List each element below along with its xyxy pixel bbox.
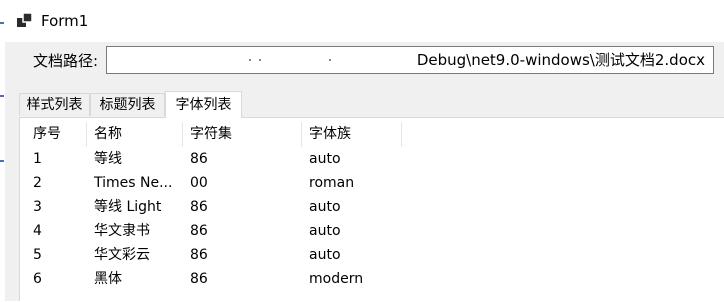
title-bar[interactable]: Form1 xyxy=(5,0,724,42)
cell-index: 6 xyxy=(33,271,42,287)
font-list-view[interactable]: 序号 名称 字符集 字体族 1 等线 86 auto 2 Times Ne...… xyxy=(26,122,724,302)
cell-index: 3 xyxy=(33,199,42,215)
cell-family: auto xyxy=(309,199,341,215)
document-path-value: Debug\net9.0-windows\测试文档2.docx xyxy=(416,51,705,69)
list-item[interactable]: 1 等线 86 auto xyxy=(26,147,426,171)
cell-name: 黑体 xyxy=(94,271,122,287)
cell-charset: 00 xyxy=(190,175,208,191)
list-item[interactable]: 2 Times Ne... 00 roman xyxy=(26,171,426,195)
document-path-label: 文档路径: xyxy=(33,52,99,70)
cell-name: 等线 Light xyxy=(94,199,162,215)
cell-charset: 86 xyxy=(190,223,208,239)
cell-index: 1 xyxy=(33,151,42,167)
tab-label: 样式列表 xyxy=(26,97,83,113)
cell-family: auto xyxy=(309,151,341,167)
cell-index: 4 xyxy=(33,223,42,239)
tab-font-list[interactable]: 字体列表 xyxy=(165,91,242,118)
cell-index: 2 xyxy=(33,175,42,191)
tab-style-list[interactable]: 样式列表 xyxy=(19,93,90,116)
tab-label: 标题列表 xyxy=(99,97,156,113)
tab-label: 字体列表 xyxy=(175,97,232,113)
background-window-mark xyxy=(0,160,4,162)
column-header-charset[interactable]: 字符集 xyxy=(183,122,302,147)
list-item[interactable]: 3 等线 Light 86 auto xyxy=(26,195,426,219)
cell-family: modern xyxy=(309,271,364,287)
cell-index: 5 xyxy=(33,247,42,263)
cell-name: 华文彩云 xyxy=(94,247,150,263)
cell-charset: 86 xyxy=(190,199,208,215)
list-item[interactable]: 5 华文彩云 86 auto xyxy=(26,243,426,267)
cell-name: 等线 xyxy=(94,151,122,167)
cell-charset: 86 xyxy=(190,247,208,263)
form-client-area: 文档路径: Debug\net9.0-windows\测试文档2.docx 样式… xyxy=(5,42,724,302)
cell-name: Times Ne... xyxy=(94,175,173,191)
window-title: Form1 xyxy=(41,12,89,30)
background-window-mark xyxy=(0,95,4,97)
column-header-family[interactable]: 字体族 xyxy=(302,122,402,147)
list-item[interactable]: 4 华文隶书 86 auto xyxy=(26,219,426,243)
background-window-mark xyxy=(0,22,4,24)
tab-heading-list[interactable]: 标题列表 xyxy=(90,93,165,116)
cell-name: 华文隶书 xyxy=(94,223,150,239)
cell-charset: 86 xyxy=(190,271,208,287)
list-item[interactable]: 6 黑体 86 modern xyxy=(26,267,426,291)
column-header-index[interactable]: 序号 xyxy=(26,122,87,147)
cell-charset: 86 xyxy=(190,151,208,167)
column-header-name[interactable]: 名称 xyxy=(87,122,183,147)
font-list-tab-page: 序号 名称 字符集 字体族 1 等线 86 auto 2 Times Ne...… xyxy=(19,117,724,302)
form-window-icon xyxy=(17,12,33,29)
cell-family: auto xyxy=(309,247,341,263)
cell-family: auto xyxy=(309,223,341,239)
document-path-input[interactable]: Debug\net9.0-windows\测试文档2.docx xyxy=(106,46,714,74)
cell-family: roman xyxy=(309,175,355,191)
